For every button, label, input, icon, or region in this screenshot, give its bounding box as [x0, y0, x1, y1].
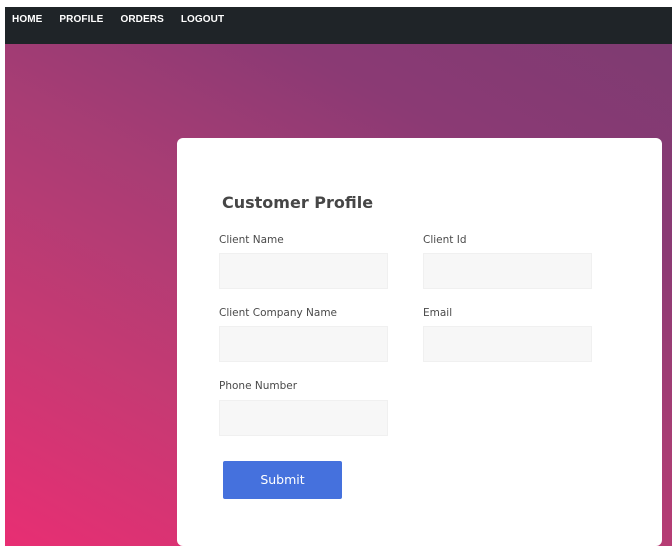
email-input[interactable] — [423, 326, 592, 362]
submit-button[interactable]: Submit — [223, 461, 342, 499]
app-page: HOME PROFILE ORDERS LOGOUT Customer Prof… — [0, 0, 672, 546]
nav-home-link[interactable]: HOME — [12, 14, 42, 26]
form-title: Customer Profile — [222, 192, 374, 212]
nav-profile-link[interactable]: PROFILE — [59, 14, 103, 26]
client-name-input[interactable] — [219, 253, 388, 289]
client-company-name-input[interactable] — [219, 326, 388, 362]
client-company-name-label: Client Company Name — [219, 307, 338, 319]
phone-number-label: Phone Number — [219, 380, 298, 392]
nav-orders-link[interactable]: ORDERS — [120, 14, 163, 26]
top-navigation: HOME PROFILE ORDERS LOGOUT — [5, 7, 672, 44]
client-id-input[interactable] — [423, 253, 592, 289]
customer-profile-card: Customer Profile Client Name Client Id C… — [177, 138, 662, 546]
client-id-label: Client Id — [423, 234, 467, 246]
nav-logout-link[interactable]: LOGOUT — [181, 14, 224, 26]
client-name-label: Client Name — [219, 234, 284, 246]
phone-number-input[interactable] — [219, 400, 388, 436]
email-label: Email — [423, 307, 453, 319]
